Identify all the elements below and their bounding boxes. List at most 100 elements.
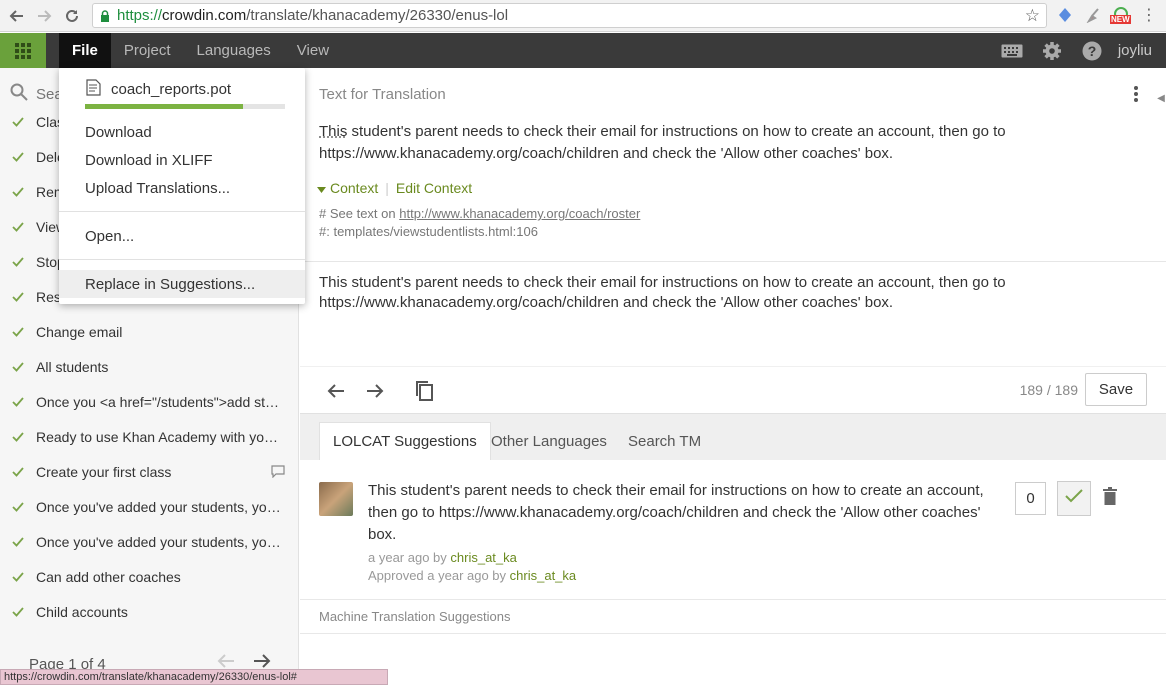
suggestion-author: a year ago by chris_at_ka <box>368 549 576 567</box>
checkmark-icon <box>0 116 36 127</box>
suggestion-item: This student's parent needs to check the… <box>300 460 1166 600</box>
suggestion-text[interactable]: This student's parent needs to check the… <box>368 480 988 546</box>
avatar <box>319 482 353 516</box>
extension-new-icon[interactable]: NEW <box>1110 5 1131 25</box>
divider <box>300 633 1166 634</box>
list-item-label: Change email <box>36 323 123 340</box>
source-text-rest: student's parent needs to check their em… <box>319 123 1006 162</box>
mt-suggestions-label: Machine Translation Suggestions <box>319 609 511 624</box>
separator: | <box>385 180 389 196</box>
collapse-panel-icon[interactable]: ◀ <box>1156 78 1166 118</box>
menu-upload-translations[interactable]: Upload Translations... <box>59 174 305 202</box>
extension-broom-icon[interactable] <box>1083 5 1103 25</box>
checkmark-icon <box>0 186 36 197</box>
more-options-icon[interactable] <box>1134 86 1138 107</box>
list-item[interactable]: Create your first class <box>0 454 299 489</box>
author-prefix: a year ago by <box>368 550 451 565</box>
help-icon[interactable]: ? <box>1072 33 1112 68</box>
save-button[interactable]: Save <box>1085 373 1147 406</box>
url-scheme: https:// <box>117 7 163 24</box>
approve-button[interactable] <box>1057 481 1091 516</box>
keyboard-icon[interactable] <box>992 33 1032 68</box>
list-item[interactable]: Once you've added your students, you ... <box>0 489 299 524</box>
menu-open[interactable]: Open... <box>59 222 305 250</box>
file-name: coach_reports.pot <box>111 81 232 98</box>
lock-icon <box>99 9 111 22</box>
approver-link[interactable]: chris_at_ka <box>510 568 576 583</box>
source-panel: Text for Translation ◀ This student's pa… <box>300 68 1166 262</box>
list-item[interactable]: Once you <a href="/students">add student… <box>0 384 299 419</box>
checkmark-icon <box>0 221 36 232</box>
gear-icon[interactable] <box>1032 33 1072 68</box>
vote-count[interactable]: 0 <box>1015 482 1046 515</box>
tab-lolcat-suggestions[interactable]: LOLCAT Suggestions <box>319 422 491 460</box>
list-item[interactable]: All students <box>0 349 299 384</box>
list-item-label: Can add other coaches <box>36 568 181 585</box>
status-bar-url: https://crowdin.com/translate/khanacadem… <box>0 669 388 685</box>
string-counter: 189 / 189 <box>1019 382 1078 398</box>
bookmark-star-icon[interactable]: ☆ <box>1025 6 1040 26</box>
menu-file[interactable]: File <box>59 33 111 68</box>
browser-toolbar: https://crowdin.com/translate/khanacadem… <box>0 0 1166 32</box>
user-name[interactable]: joyliu <box>1112 42 1166 59</box>
context-note-line1: # See text on http://www.khanacademy.org… <box>319 205 640 223</box>
menu-download-xliff[interactable]: Download in XLIFF <box>59 146 305 174</box>
checkmark-icon <box>0 606 36 617</box>
apps-grid-icon[interactable] <box>0 33 46 68</box>
menu-project[interactable]: Project <box>111 33 184 68</box>
list-item[interactable]: Ready to use Khan Academy with your clas… <box>0 419 299 454</box>
browser-menu-icon[interactable]: ⋮ <box>1139 5 1159 25</box>
menu-divider <box>59 211 305 212</box>
source-first-word[interactable]: This <box>319 123 347 140</box>
copy-source-icon[interactable] <box>412 379 436 403</box>
context-note-link[interactable]: http://www.khanacademy.org/coach/roster <box>399 206 640 221</box>
address-bar[interactable]: https://crowdin.com/translate/khanacadem… <box>92 3 1047 28</box>
list-item[interactable]: Child accounts <box>0 594 299 629</box>
forward-icon[interactable] <box>31 3 57 29</box>
context-note: # See text on http://www.khanacademy.org… <box>319 205 640 241</box>
app-header: File Project Languages View ? joyliu <box>0 33 1166 68</box>
extensions: NEW ⋮ <box>1055 5 1159 25</box>
context-row: Context | Edit Context <box>317 180 472 196</box>
context-toggle[interactable]: Context <box>330 180 378 196</box>
caret-down-icon[interactable] <box>317 180 326 196</box>
list-item[interactable]: Once you've added your students, you ... <box>0 524 299 559</box>
menu-download[interactable]: Download <box>59 118 305 146</box>
checkmark-icon <box>0 571 36 582</box>
context-note-line2: #: templates/viewstudentlists.html:106 <box>319 224 538 239</box>
checkmark-icon <box>0 291 36 302</box>
menu-languages[interactable]: Languages <box>184 33 284 68</box>
menu-view[interactable]: View <box>284 33 342 68</box>
previous-string-icon[interactable] <box>324 379 348 403</box>
list-item[interactable]: Change email <box>0 314 299 349</box>
checkmark-icon <box>0 256 36 267</box>
trash-icon[interactable] <box>1103 487 1117 510</box>
list-item-label: Once you've added your students, you ... <box>36 533 284 550</box>
svg-text:?: ? <box>1088 43 1097 59</box>
header-actions: ? joyliu <box>992 33 1166 68</box>
list-item-label: All students <box>36 358 109 375</box>
extension-diamond-icon[interactable] <box>1055 5 1075 25</box>
suggestion-tabs: LOLCAT Suggestions Other Languages Searc… <box>300 414 1166 460</box>
list-item-label: Create your first class <box>36 463 172 480</box>
checkmark-icon <box>0 151 36 162</box>
list-item-label: Once you've added your students, you ... <box>36 498 284 515</box>
tab-search-tm[interactable]: Search TM <box>615 422 714 460</box>
tab-other-languages[interactable]: Other Languages <box>478 422 620 460</box>
back-icon[interactable] <box>4 3 30 29</box>
next-string-icon[interactable] <box>363 379 387 403</box>
current-file: coach_reports.pot <box>85 79 231 100</box>
suggestion-approver: Approved a year ago by chris_at_ka <box>368 567 576 585</box>
menu-replace-in-suggestions[interactable]: Replace in Suggestions... <box>59 270 305 298</box>
author-link[interactable]: chris_at_ka <box>450 550 516 565</box>
list-item[interactable]: Can add other coaches <box>0 559 299 594</box>
reload-icon[interactable] <box>59 3 85 29</box>
edit-context-link[interactable]: Edit Context <box>396 180 472 196</box>
suggestion-meta: a year ago by chris_at_ka Approved a yea… <box>368 549 576 585</box>
translation-textarea[interactable]: This student's parent needs to check the… <box>319 273 1039 313</box>
file-icon <box>85 79 102 100</box>
comment-icon[interactable] <box>271 465 285 481</box>
list-item-label: Ready to use Khan Academy with your clas… <box>36 428 284 445</box>
search-icon[interactable] <box>10 83 28 106</box>
url-host: crowdin.com <box>162 7 247 24</box>
